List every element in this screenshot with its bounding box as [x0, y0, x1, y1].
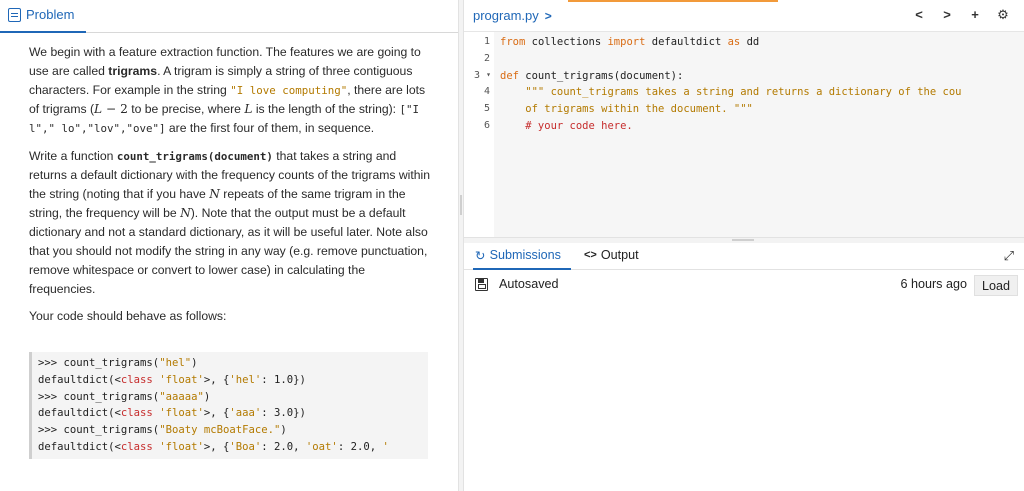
plus-icon[interactable]: +: [968, 7, 982, 23]
output-tabbar: ↻ Submissions <> Output ⤢: [464, 243, 1024, 270]
code-line[interactable]: """ count_trigrams takes a string and re…: [500, 84, 961, 101]
code-line[interactable]: of trigrams within the document. """: [500, 101, 753, 118]
fold-arrow-icon[interactable]: ▾: [486, 67, 491, 84]
editor-toolbar: < > + ⚙: [912, 7, 1010, 23]
example-line: >>> count_trigrams("hel"): [38, 357, 198, 369]
example-line: >>> count_trigrams("Boaty mcBoatFace."): [38, 424, 287, 437]
line-number: 5: [483, 103, 490, 115]
file-tab-program[interactable]: program.py >: [473, 8, 552, 23]
code-editor[interactable]: from collections import defaultdict as d…: [494, 32, 1024, 237]
document-icon: [8, 8, 21, 22]
problem-tabbar: Problem: [0, 0, 458, 33]
load-button[interactable]: Load: [973, 275, 1018, 296]
example-line: defaultdict(<class 'float'>, {'aaa': 3.0…: [38, 407, 306, 420]
expand-icon[interactable]: ⤢: [1004, 248, 1014, 264]
example-line: defaultdict(<class 'float'>, {'Boa': 2.0…: [38, 440, 389, 453]
code-line[interactable]: from collections import defaultdict as d…: [500, 34, 759, 51]
line-number: 3: [473, 69, 480, 81]
paragraph-trigrams: We begin with a feature extraction funct…: [29, 45, 426, 135]
tab-output[interactable]: <> Output: [582, 243, 639, 270]
floppy-disk-icon: [475, 278, 488, 291]
accent-bar: [568, 0, 778, 2]
editor-pane: program.py > < > + ⚙ 1 2 3 ▾ 4 5 6 from …: [464, 0, 1024, 491]
line-number: 2: [483, 52, 490, 64]
submission-row: Autosaved 6 hours ago Load: [464, 271, 1024, 299]
tab-submissions[interactable]: ↻ Submissions: [473, 243, 571, 270]
code-line[interactable]: def count_trigrams(document):: [500, 68, 683, 85]
timestamp: 6 hours ago: [900, 277, 967, 291]
line-number: 1: [483, 36, 490, 47]
chevron-right-icon: >: [544, 8, 552, 23]
tab-problem[interactable]: Problem: [0, 0, 86, 33]
gear-icon[interactable]: ⚙: [996, 7, 1010, 23]
autosaved-label: Autosaved: [499, 277, 559, 291]
example-line: >>> count_trigrams("aaaaa"): [38, 390, 211, 403]
tab-problem-label: Problem: [26, 7, 75, 22]
paragraph-behave: Your code should behave as follows:: [29, 309, 227, 323]
splitter-grip[interactable]: [460, 195, 462, 215]
splitter-grip[interactable]: [732, 239, 754, 241]
example-line: defaultdict(<class 'float'>, {'hel': 1.0…: [38, 373, 306, 386]
chevron-left-icon[interactable]: <: [912, 7, 926, 23]
chevron-right-icon[interactable]: >: [940, 7, 954, 23]
example-code-block: >>> count_trigrams("hel") defaultdict(<c…: [29, 352, 428, 459]
history-icon: ↻: [475, 249, 486, 263]
code-line[interactable]: # your code here.: [500, 118, 632, 135]
tab-output-label: Output: [600, 248, 639, 262]
problem-pane: Problem We begin with a feature extracti…: [0, 0, 458, 491]
line-number: 6: [483, 120, 490, 131]
problem-description: We begin with a feature extraction funct…: [29, 43, 431, 334]
line-number-gutter: 1 2 3 ▾ 4 5 6: [464, 32, 494, 237]
paragraph-task: Write a function count_trigrams(document…: [29, 149, 431, 296]
code-brackets-icon: <>: [584, 249, 597, 261]
line-number: 4: [483, 86, 490, 98]
editor-header: program.py > < > + ⚙: [464, 0, 1024, 32]
file-name: program.py: [473, 8, 539, 23]
tab-submissions-label: Submissions: [489, 248, 561, 262]
